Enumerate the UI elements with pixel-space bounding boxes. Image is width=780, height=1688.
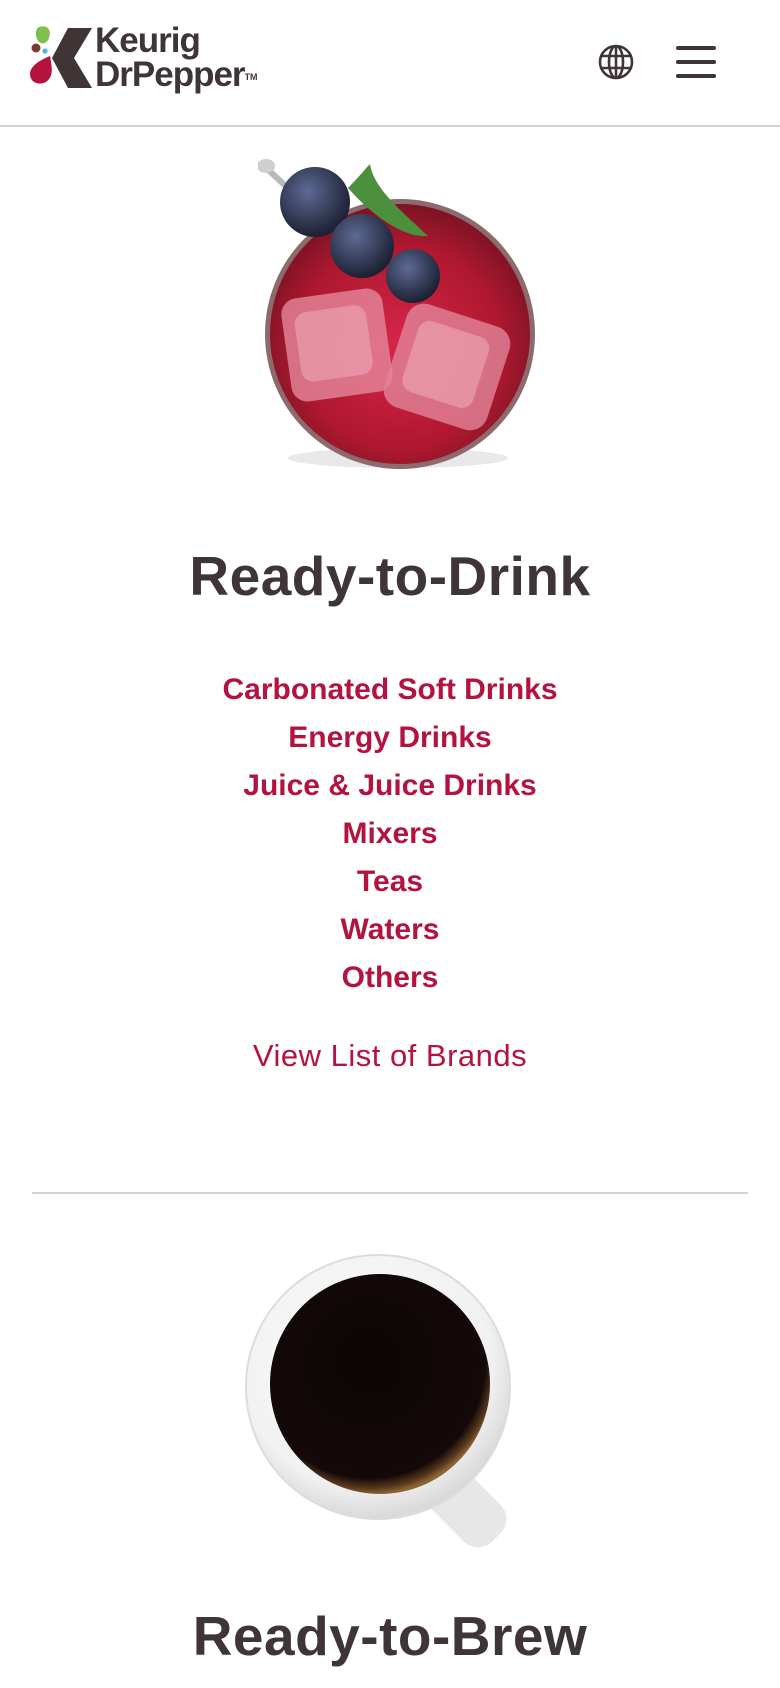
menu-bar-top [676,46,716,50]
drink-category-list: Carbonated Soft Drinks Energy Drinks Jui… [0,668,780,1004]
category-link-juice-drinks[interactable]: Juice & Juice Drinks [243,769,536,802]
category-link-mixers[interactable]: Mixers [342,817,437,850]
category-item: Energy Drinks [0,716,780,764]
hamburger-menu-button[interactable] [674,44,718,80]
logo-line-drpepper-text: DrPepper [95,55,246,94]
section-divider [32,1192,748,1194]
logo-line-drpepper: DrPepperTM [95,55,258,94]
menu-bar-middle [676,60,716,64]
logo-line-keurig: Keurig [95,21,201,60]
coffee-mug-image [245,1254,511,1548]
category-link-teas[interactable]: Teas [357,865,423,898]
site-header: Keurig DrPepperTM [0,0,780,127]
logo-mark-icon [30,26,92,88]
category-link-waters[interactable]: Waters [341,913,440,946]
globe-icon [598,44,634,80]
category-item: Carbonated Soft Drinks [0,668,780,716]
view-list-of-brands-link[interactable]: View List of Brands [0,1038,780,1074]
berry-drink-image [258,159,535,469]
category-item: Others [0,956,780,1004]
category-link-carbonated-soft-drinks[interactable]: Carbonated Soft Drinks [222,673,557,706]
category-item: Juice & Juice Drinks [0,764,780,812]
category-item: Waters [0,908,780,956]
category-item: Teas [0,860,780,908]
category-link-energy-drinks[interactable]: Energy Drinks [288,721,491,754]
language-selector-button[interactable] [596,42,636,82]
ready-to-drink-title: Ready-to-Drink [189,545,591,607]
category-item: Mixers [0,812,780,860]
trademark-symbol: TM [244,72,258,82]
logo-wordmark: Keurig DrPepperTM [95,21,258,94]
menu-bar-bottom [676,74,716,78]
ready-to-brew-title: Ready-to-Brew [192,1605,588,1667]
keurig-dr-pepper-logo[interactable]: Keurig DrPepperTM [30,21,300,104]
category-link-others[interactable]: Others [342,961,439,994]
